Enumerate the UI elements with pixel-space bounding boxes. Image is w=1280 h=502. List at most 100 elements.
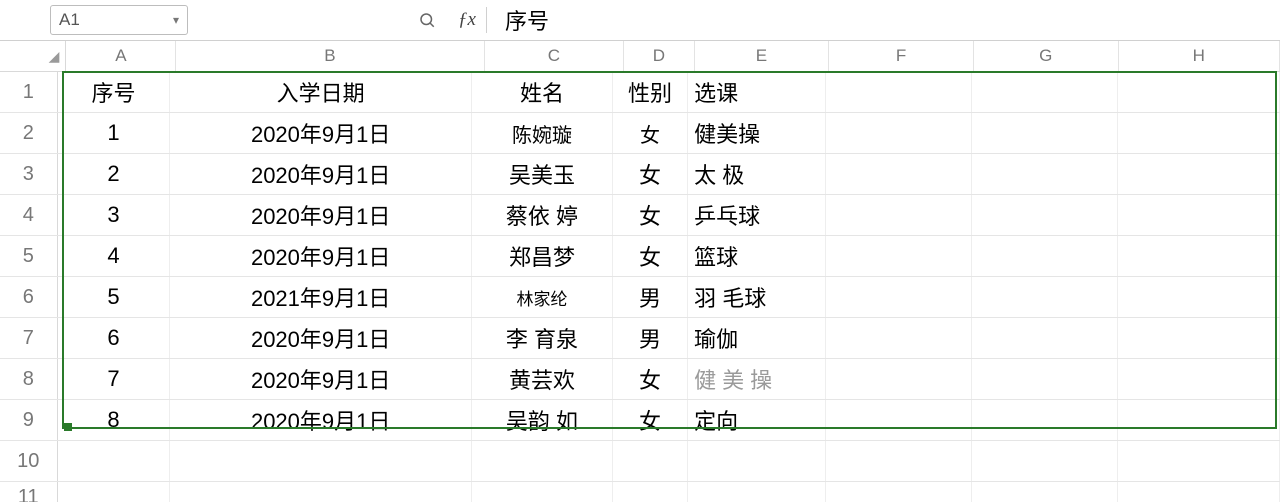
cell[interactable]: 2020年9月1日: [170, 113, 472, 153]
cell[interactable]: [972, 195, 1118, 235]
col-header-B[interactable]: B: [176, 41, 484, 71]
expand-icon[interactable]: [418, 11, 436, 29]
row-header[interactable]: 10: [0, 441, 58, 481]
cell[interactable]: 男: [613, 318, 688, 358]
cell[interactable]: [58, 482, 171, 502]
cell[interactable]: [972, 113, 1118, 153]
cell[interactable]: [1118, 277, 1280, 317]
row-header[interactable]: 7: [0, 318, 58, 358]
cell[interactable]: [1118, 113, 1280, 153]
cell[interactable]: 女: [613, 400, 688, 440]
col-header-A[interactable]: A: [66, 41, 176, 71]
cell[interactable]: [1118, 318, 1280, 358]
cell[interactable]: 选课: [688, 72, 826, 112]
row-header[interactable]: 5: [0, 236, 58, 276]
cell[interactable]: 2021年9月1日: [170, 277, 472, 317]
cell[interactable]: 健美操: [688, 359, 826, 399]
cell[interactable]: [688, 441, 826, 481]
cell[interactable]: [1118, 359, 1280, 399]
cell[interactable]: [472, 441, 613, 481]
spreadsheet-grid[interactable]: ◢ A B C D E F G H 1 序号 入学日期 姓名 性别 选课 2 1…: [0, 41, 1280, 502]
cell[interactable]: 健美操: [688, 113, 826, 153]
cell[interactable]: [826, 441, 972, 481]
row-header[interactable]: 6: [0, 277, 58, 317]
formula-value[interactable]: 序号: [505, 4, 549, 36]
cell[interactable]: 吴韵 如: [472, 400, 613, 440]
cell[interactable]: [972, 154, 1118, 194]
cell[interactable]: 郑昌梦: [472, 236, 613, 276]
cell[interactable]: [170, 482, 472, 502]
cell[interactable]: 2: [58, 154, 171, 194]
cell[interactable]: [826, 482, 972, 502]
cell[interactable]: [972, 277, 1118, 317]
cell[interactable]: 姓名: [472, 72, 613, 112]
cell[interactable]: [688, 482, 826, 502]
cell[interactable]: 李 育泉: [472, 318, 613, 358]
name-box[interactable]: A1 ▾: [50, 5, 188, 35]
cell[interactable]: 4: [58, 236, 171, 276]
col-header-F[interactable]: F: [829, 41, 974, 71]
cell[interactable]: [1118, 482, 1280, 502]
row-header[interactable]: 2: [0, 113, 58, 153]
cell[interactable]: [472, 482, 613, 502]
fx-icon[interactable]: ƒx: [458, 9, 476, 31]
cell[interactable]: 2020年9月1日: [170, 154, 472, 194]
cell[interactable]: 女: [613, 236, 688, 276]
cell[interactable]: 太 极: [688, 154, 826, 194]
cell[interactable]: 林家纶: [472, 277, 613, 317]
cell[interactable]: [972, 318, 1118, 358]
cell[interactable]: [1118, 236, 1280, 276]
cell[interactable]: [826, 236, 972, 276]
cell[interactable]: 篮球: [688, 236, 826, 276]
cell[interactable]: [58, 441, 171, 481]
col-header-H[interactable]: H: [1119, 41, 1280, 71]
cell[interactable]: [826, 359, 972, 399]
cell[interactable]: [826, 72, 972, 112]
cell[interactable]: 吴美玉: [472, 154, 613, 194]
col-header-C[interactable]: C: [485, 41, 625, 71]
cell[interactable]: [972, 72, 1118, 112]
cell[interactable]: 性别: [613, 72, 688, 112]
cell[interactable]: 2020年9月1日: [170, 359, 472, 399]
cell[interactable]: [972, 359, 1118, 399]
cell[interactable]: [826, 195, 972, 235]
cell[interactable]: 瑜伽: [688, 318, 826, 358]
select-all-corner[interactable]: ◢: [0, 41, 66, 71]
row-header[interactable]: 11: [0, 482, 58, 502]
cell[interactable]: 8: [58, 400, 171, 440]
cell[interactable]: 2020年9月1日: [170, 318, 472, 358]
cell[interactable]: [972, 400, 1118, 440]
cell[interactable]: 女: [613, 359, 688, 399]
col-header-G[interactable]: G: [974, 41, 1119, 71]
row-header[interactable]: 8: [0, 359, 58, 399]
cell[interactable]: 入学日期: [170, 72, 472, 112]
row-header[interactable]: 4: [0, 195, 58, 235]
cell[interactable]: 羽 毛球: [688, 277, 826, 317]
cell[interactable]: 女: [613, 195, 688, 235]
cell[interactable]: 男: [613, 277, 688, 317]
cell[interactable]: [1118, 195, 1280, 235]
cell[interactable]: [826, 400, 972, 440]
cell[interactable]: 2020年9月1日: [170, 236, 472, 276]
cell[interactable]: [1118, 154, 1280, 194]
cell[interactable]: 1: [58, 113, 171, 153]
row-header[interactable]: 9: [0, 400, 58, 440]
cell[interactable]: [1118, 400, 1280, 440]
cell[interactable]: [972, 482, 1118, 502]
cell[interactable]: [972, 236, 1118, 276]
cell[interactable]: [613, 441, 688, 481]
cell[interactable]: [826, 113, 972, 153]
col-header-D[interactable]: D: [624, 41, 694, 71]
cell[interactable]: 蔡依 婷: [472, 195, 613, 235]
cell[interactable]: [972, 441, 1118, 481]
row-header[interactable]: 1: [0, 72, 58, 112]
cell[interactable]: [826, 318, 972, 358]
cell[interactable]: 乒乓球: [688, 195, 826, 235]
cell[interactable]: [1118, 72, 1280, 112]
cell[interactable]: 7: [58, 359, 171, 399]
cell[interactable]: [1118, 441, 1280, 481]
cell[interactable]: [826, 277, 972, 317]
cell[interactable]: 黄芸欢: [472, 359, 613, 399]
cell[interactable]: [170, 441, 472, 481]
cell[interactable]: [613, 482, 688, 502]
